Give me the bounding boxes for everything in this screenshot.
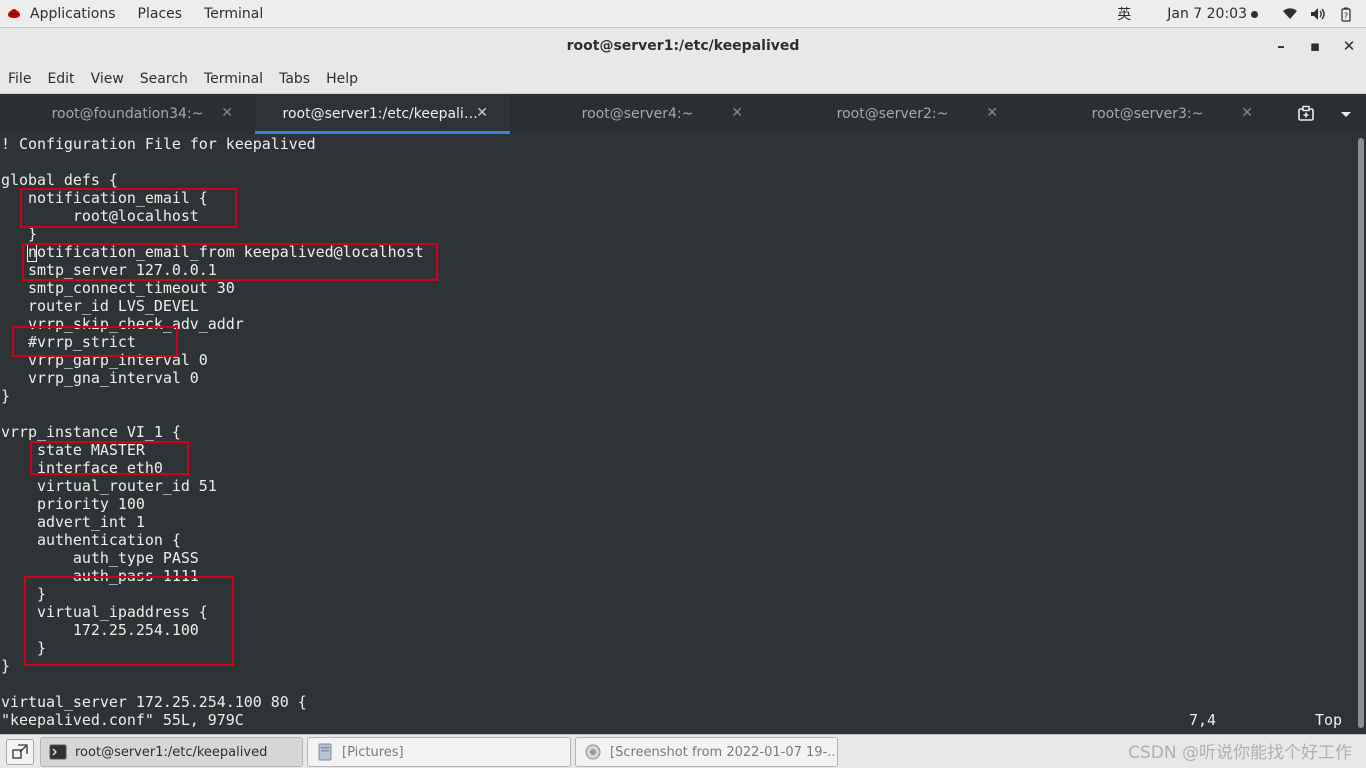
- tab-server1[interactable]: root@server1:/etc/keepaliv... ✕: [255, 94, 510, 134]
- taskbar-item-label: root@server1:/etc/keepalived: [75, 744, 268, 760]
- new-tab-glyph-icon: [1298, 105, 1314, 121]
- annotation-box-state-interface: [30, 441, 189, 475]
- menu-view[interactable]: View: [83, 71, 132, 87]
- taskbar: root@server1:/etc/keepalived [Pictures] …: [0, 734, 1366, 768]
- show-desktop-icon: [12, 744, 28, 759]
- tab-server3[interactable]: root@server3:~ ✕: [1020, 94, 1275, 134]
- input-method-indicator[interactable]: 英: [1117, 4, 1131, 24]
- tab-label: root@server2:~: [836, 106, 949, 122]
- close-button[interactable]: ✕: [1332, 28, 1366, 64]
- tab-label: root@server4:~: [581, 106, 694, 122]
- tab-actions: [1286, 94, 1366, 134]
- taskbar-item-terminal[interactable]: root@server1:/etc/keepalived: [40, 737, 303, 767]
- tab-close-icon[interactable]: ✕: [986, 105, 998, 121]
- cursor-position: 7,4: [1189, 711, 1217, 729]
- gnome-top-bar: Applications Places Terminal 英 Jan 7 20:…: [0, 0, 1366, 28]
- tab-bar: root@foundation34:~ ✕ root@server1:/etc/…: [0, 94, 1366, 134]
- terminal-icon: [49, 744, 67, 760]
- tab-close-icon[interactable]: ✕: [731, 105, 743, 121]
- terminal-scrollbar[interactable]: [1356, 134, 1366, 734]
- window-title: root@server1:/etc/keepalived: [566, 38, 800, 54]
- annotation-box-vrrp-strict: [12, 326, 178, 357]
- maximize-button[interactable]: ▪: [1298, 28, 1332, 64]
- annotation-box-virtual-ipaddress: [24, 576, 234, 666]
- volume-icon[interactable]: [1310, 6, 1326, 22]
- annotation-box-smtp: [22, 243, 438, 281]
- scroll-position: Top: [1315, 711, 1343, 729]
- window-titlebar[interactable]: root@server1:/etc/keepalived – ▪ ✕: [0, 28, 1366, 64]
- places-menu[interactable]: Places: [138, 0, 183, 28]
- tab-close-icon[interactable]: ✕: [221, 105, 233, 121]
- network-wifi-icon[interactable]: [1282, 6, 1298, 22]
- csdn-watermark: CSDN @听说你能找个好工作: [1128, 743, 1352, 763]
- menu-file[interactable]: File: [0, 71, 39, 87]
- notification-dot-icon: [1251, 10, 1258, 18]
- taskbar-item-pictures[interactable]: [Pictures]: [307, 737, 571, 767]
- taskbar-item-screenshot[interactable]: [Screenshot from 2022-01-07 19-...: [575, 737, 838, 767]
- menu-help[interactable]: Help: [318, 71, 366, 87]
- terminal-app-menu[interactable]: Terminal: [204, 0, 263, 28]
- redhat-logo-icon: [8, 8, 20, 18]
- tab-foundation34[interactable]: root@foundation34:~ ✕: [0, 94, 255, 134]
- menu-tabs[interactable]: Tabs: [271, 71, 318, 87]
- applications-label: Applications: [30, 5, 116, 22]
- image-viewer-icon: [585, 744, 601, 760]
- minimize-button[interactable]: –: [1264, 28, 1298, 64]
- menu-edit[interactable]: Edit: [39, 71, 82, 87]
- tabs-dropdown-chevron-icon[interactable]: [1326, 94, 1366, 134]
- annotation-box-notification-email: [20, 188, 237, 228]
- menu-search[interactable]: Search: [132, 71, 196, 87]
- tab-label: root@server3:~: [1091, 106, 1204, 122]
- tab-server4[interactable]: root@server4:~ ✕: [510, 94, 765, 134]
- taskbar-item-label: [Screenshot from 2022-01-07 19-...: [610, 744, 838, 760]
- show-desktop-button[interactable]: [6, 739, 34, 765]
- clock-text: Jan 7 20:03: [1167, 6, 1247, 22]
- clock[interactable]: Jan 7 20:03: [1167, 6, 1258, 22]
- tab-label: root@foundation34:~: [51, 106, 204, 122]
- scrollbar-thumb[interactable]: [1358, 138, 1364, 728]
- chevron-down-icon: [1341, 112, 1351, 117]
- menubar: File Edit View Search Terminal Tabs Help: [0, 64, 1366, 94]
- tab-close-icon[interactable]: ✕: [1241, 105, 1253, 121]
- menu-terminal[interactable]: Terminal: [196, 71, 271, 87]
- tab-label: root@server1:/etc/keepaliv...: [282, 106, 483, 122]
- applications-menu[interactable]: Applications: [0, 0, 116, 28]
- tab-close-icon[interactable]: ✕: [476, 105, 488, 121]
- tab-server2[interactable]: root@server2:~ ✕: [765, 94, 1020, 134]
- folder-icon: [318, 743, 332, 761]
- terminal-view[interactable]: ! Configuration File for keepalived glob…: [0, 134, 1356, 734]
- svg-text:?: ?: [1344, 12, 1348, 21]
- battery-icon[interactable]: ?: [1338, 6, 1354, 22]
- new-tab-icon[interactable]: [1286, 94, 1326, 134]
- taskbar-item-label: [Pictures]: [342, 744, 404, 760]
